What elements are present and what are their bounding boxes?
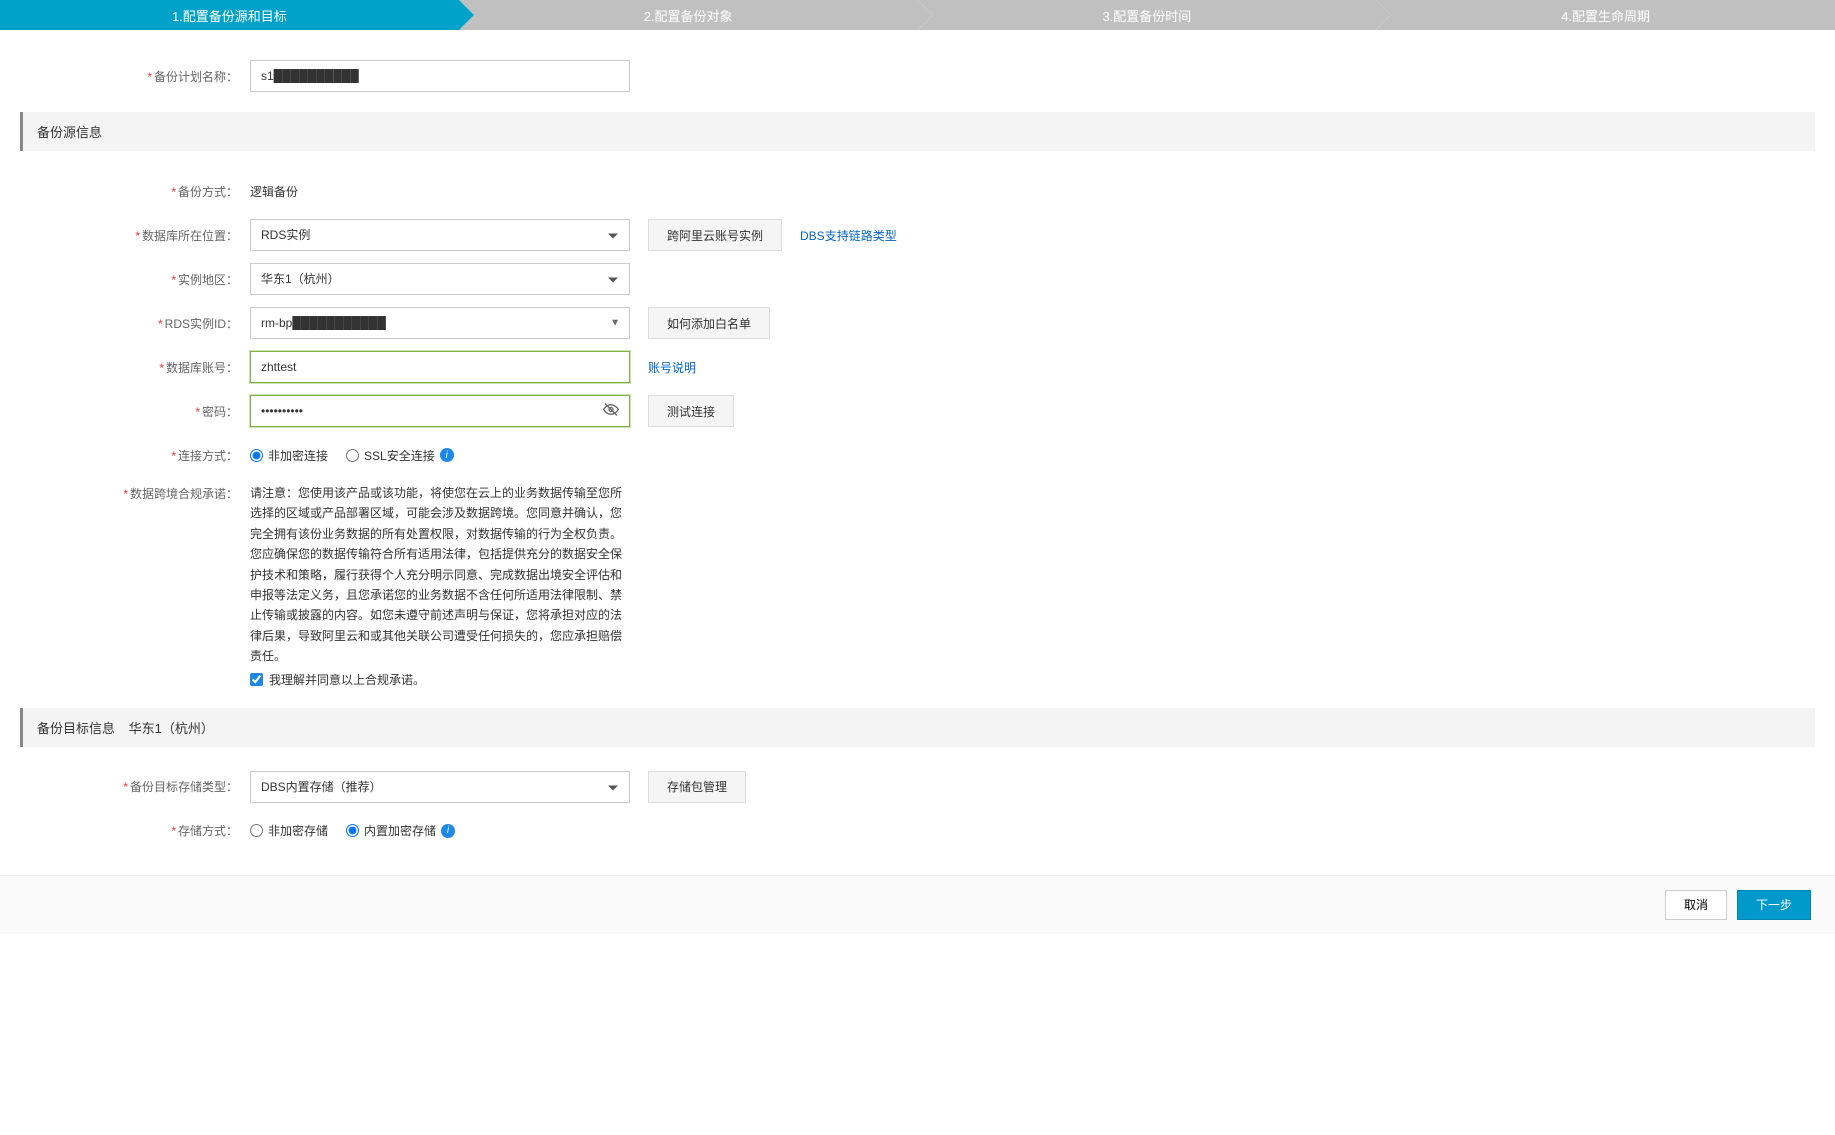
label-password: *密码： [20,403,250,420]
plan-name-input[interactable] [250,60,630,92]
row-storage-mode: *存储方式： 非加密存储 内置加密存储 i [20,815,1815,847]
step-4-label: 4.配置生命周期 [1561,6,1650,25]
step-3[interactable]: 3.配置备份时间 [918,0,1377,30]
db-account-input[interactable] [250,351,630,383]
label-db-location: *数据库所在位置： [20,227,250,244]
compliance-checkbox[interactable] [250,673,263,686]
label-storage-mode: *存储方式： [20,822,250,839]
dbs-support-link[interactable]: DBS支持链路类型 [800,227,897,244]
step-4[interactable]: 4.配置生命周期 [1376,0,1835,30]
info-icon[interactable]: i [440,448,454,462]
eye-off-icon[interactable] [603,402,619,421]
info-icon[interactable]: i [441,824,455,838]
cancel-button[interactable]: 取消 [1665,890,1727,920]
password-input[interactable] [251,396,629,426]
step-2[interactable]: 2.配置备份对象 [459,0,918,30]
row-password: *密码： 测试连接 [20,395,1815,427]
cross-account-button[interactable]: 跨阿里云账号实例 [648,219,782,251]
wizard-steps: 1.配置备份源和目标 2.配置备份对象 3.配置备份时间 4.配置生命周期 [0,0,1835,30]
radio-conn-ssl-input[interactable] [346,449,359,462]
step-3-label: 3.配置备份时间 [1102,6,1191,25]
instance-region-select[interactable]: 华东1（杭州） [250,263,630,295]
section-target-region: 华东1（杭州） [129,721,214,736]
row-connection-mode: *连接方式： 非加密连接 SSL安全连接 i [20,439,1815,471]
step-1-label: 1.配置备份源和目标 [172,6,287,25]
row-backup-method: *备份方式： 逻辑备份 [20,175,1815,207]
label-instance-region: *实例地区： [20,271,250,288]
rds-instance-id-select[interactable] [250,307,630,339]
compliance-checkbox-label: 我理解并同意以上合规承诺。 [269,671,425,688]
radio-store-encrypt[interactable]: 内置加密存储 i [346,822,455,839]
radio-store-encrypt-input[interactable] [346,824,359,837]
step-1[interactable]: 1.配置备份源和目标 [0,0,459,30]
account-help-link[interactable]: 账号说明 [648,359,696,376]
row-db-location: *数据库所在位置： RDS实例 跨阿里云账号实例 DBS支持链路类型 [20,219,1815,251]
row-db-account: *数据库账号： 账号说明 [20,351,1815,383]
row-target-storage-type: *备份目标存储类型： DBS内置存储（推荐） 存储包管理 [20,771,1815,803]
db-location-select[interactable]: RDS实例 [250,219,630,251]
compliance-text: 请注意：您使用该产品或该功能，将使您在云上的业务数据传输至您所选择的区域或产品部… [250,483,630,667]
label-connection-mode: *连接方式： [20,447,250,464]
label-rds-instance-id: *RDS实例ID： [20,315,250,332]
storage-manage-button[interactable]: 存储包管理 [648,771,746,803]
compliance-check-row: 我理解并同意以上合规承诺。 [250,671,630,688]
footer-bar: 取消 下一步 [0,875,1835,934]
label-backup-method: *备份方式： [20,183,250,200]
label-target-storage-type: *备份目标存储类型： [20,778,250,795]
target-storage-type-select[interactable]: DBS内置存储（推荐） [250,771,630,803]
row-rds-instance-id: *RDS实例ID： ▼ 如何添加白名单 [20,307,1815,339]
section-source-info: 备份源信息 [20,112,1815,151]
radio-store-plain[interactable]: 非加密存储 [250,822,328,839]
row-instance-region: *实例地区： 华东1（杭州） [20,263,1815,295]
step-2-label: 2.配置备份对象 [644,6,733,25]
label-db-account: *数据库账号： [20,359,250,376]
radio-store-plain-input[interactable] [250,824,263,837]
row-plan-name: *备份计划名称： [20,60,1815,92]
label-plan-name: *备份计划名称： [20,68,250,85]
value-backup-method: 逻辑备份 [250,183,298,200]
section-source-title: 备份源信息 [37,125,102,140]
whitelist-help-button[interactable]: 如何添加白名单 [648,307,770,339]
test-connection-button[interactable]: 测试连接 [648,395,734,427]
radio-conn-plain-input[interactable] [250,449,263,462]
section-target-info: 备份目标信息 华东1（杭州） [20,708,1815,747]
storage-mode-radio-group: 非加密存储 内置加密存储 i [250,822,455,839]
radio-conn-ssl[interactable]: SSL安全连接 i [346,447,454,464]
radio-conn-plain[interactable]: 非加密连接 [250,447,328,464]
next-button[interactable]: 下一步 [1737,890,1811,920]
row-compliance: *数据跨境合规承诺： 请注意：您使用该产品或该功能，将使您在云上的业务数据传输至… [20,483,1815,688]
label-compliance: *数据跨境合规承诺： [20,483,250,502]
connection-mode-radio-group: 非加密连接 SSL安全连接 i [250,447,454,464]
section-target-title: 备份目标信息 [37,721,115,736]
